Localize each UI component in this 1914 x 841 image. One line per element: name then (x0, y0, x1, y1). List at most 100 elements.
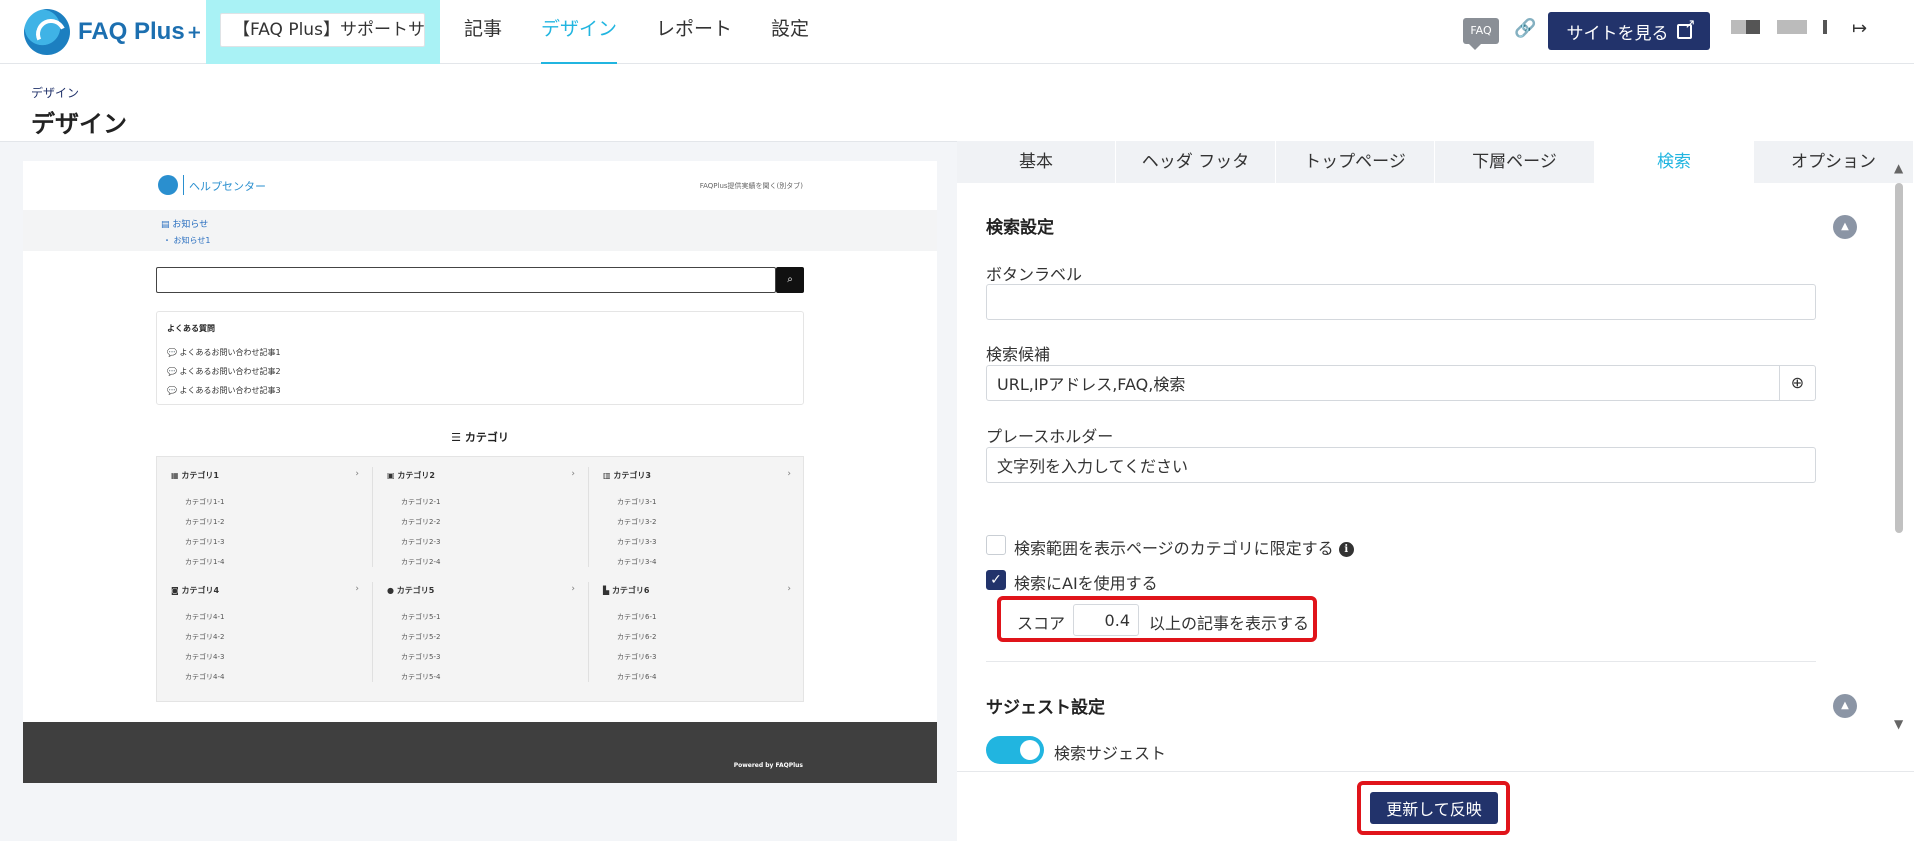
site-selector[interactable]: 【FAQ Plus】サポートサ (220, 13, 425, 47)
category-icon: ▣ (387, 471, 398, 480)
settings-footer: 更新して反映 (957, 771, 1914, 841)
nav-reports[interactable]: レポート (656, 0, 732, 64)
tab-top-page[interactable]: トップページ (1276, 141, 1435, 183)
chat-icon: 💬 (167, 386, 180, 395)
tab-header-footer[interactable]: ヘッダ フッタ (1116, 141, 1276, 183)
use-ai-checkbox[interactable]: ✓ (986, 570, 1006, 590)
preview-search-icon: ⌕ (776, 267, 804, 293)
button-label-input[interactable] (986, 284, 1816, 320)
preview-subcategory: カテゴリ4-3 (185, 653, 225, 661)
scroll-up-icon[interactable]: ▲ (1894, 161, 1903, 175)
limit-scope-label[interactable]: 検索範囲を表示ページのカテゴリに限定する i (1014, 535, 1354, 559)
score-highlight-box: スコア 以上の記事を表示する (997, 596, 1317, 642)
preview-subcategory: カテゴリ5-1 (401, 613, 441, 621)
preview-category: ◙ カテゴリ4 › カテゴリ4-1 カテゴリ4-2 カテゴリ4-3 カテゴリ4-… (157, 572, 373, 687)
preview-faq-title: よくある質問 (167, 324, 215, 333)
search-suggestions-label: 検索候補 (986, 345, 1051, 364)
preview-brand: ヘルプセンター (189, 180, 266, 193)
app-name: FAQ Plus (78, 18, 185, 45)
chevron-up-icon[interactable]: ▲ (1833, 694, 1857, 718)
preview-category: ▙ カテゴリ6 › カテゴリ6-1 カテゴリ6-2 カテゴリ6-3 カテゴリ6-… (589, 572, 805, 687)
preview-subcategory: カテゴリ4-1 (185, 613, 225, 621)
preview-top-link: FAQPlus提供実績を聞く(別タブ) (699, 182, 803, 190)
preview-header: ヘルプセンター FAQPlus提供実績を聞く(別タブ) (23, 161, 937, 210)
score-input[interactable] (1073, 604, 1139, 636)
top-navbar: FAQ Plus + 【FAQ Plus】サポートサ 記事 デザイン レポート 設… (0, 0, 1914, 64)
placeholder-label: プレースホルダー (986, 427, 1114, 446)
breadcrumb[interactable]: デザイン (31, 84, 79, 101)
tab-options[interactable]: オプション (1754, 141, 1914, 183)
info-icon[interactable]: i (1338, 542, 1354, 557)
tab-basic[interactable]: 基本 (957, 141, 1116, 183)
preview-faq-item: 💬 よくあるお問い合わせ記事1 (167, 347, 281, 358)
category-icon: ◙ (171, 586, 182, 595)
preview-category-name: ◙ カテゴリ4 (171, 585, 219, 596)
score-prefix-label: スコア (1017, 614, 1066, 633)
settings-tabs: 基本 ヘッダ フッタ トップページ 下層ページ 検索 オプション (957, 141, 1914, 183)
settings-scrollbar[interactable]: ▲ ▼ (1892, 161, 1906, 741)
tab-search[interactable]: 検索 (1595, 141, 1754, 183)
settings-panel: 基本 ヘッダ フッタ トップページ 下層ページ 検索 オプション 検索設定 ▲ … (957, 141, 1914, 841)
preview-subcategory: カテゴリ3-4 (617, 558, 657, 566)
download-circle-icon[interactable]: ⊕ (1779, 365, 1815, 401)
app-name-plus: + (186, 21, 202, 43)
preview-category-name-text: カテゴリ6 (611, 586, 650, 595)
chevron-right-icon: › (571, 469, 575, 479)
link-icon[interactable]: 🔗 (1514, 18, 1536, 40)
preview-subcategory: カテゴリ1-4 (185, 558, 225, 566)
limit-scope-checkbox[interactable] (986, 535, 1006, 555)
view-site-label: サイトを見る (1566, 23, 1669, 44)
chevron-right-icon: › (355, 584, 359, 594)
preview-news-title: ▤ お知らせ (161, 217, 208, 230)
scrollbar-thumb[interactable] (1895, 183, 1903, 533)
preview-faq-item-text: よくあるお問い合わせ記事2 (179, 367, 281, 376)
category-icon: ▥ (603, 471, 614, 480)
list-icon: ☰ (451, 431, 465, 444)
category-icon: ▙ (603, 586, 612, 595)
external-link-icon (1676, 17, 1695, 39)
search-suggestions-input[interactable] (986, 365, 1816, 401)
news-icon: ▤ (161, 220, 173, 230)
search-suggest-toggle[interactable] (986, 736, 1044, 764)
tab-sub-page[interactable]: 下層ページ (1435, 141, 1595, 183)
preview-subcategory: カテゴリ1-3 (185, 538, 225, 546)
preview-subcategory: カテゴリ6-3 (617, 653, 657, 661)
limit-scope-label-text: 検索範囲を表示ページのカテゴリに限定する (1014, 539, 1334, 558)
preview-subcategory: カテゴリ3-2 (617, 518, 657, 526)
use-ai-label[interactable]: 検索にAIを使用する (1014, 570, 1158, 594)
preview-subcategory: カテゴリ6-2 (617, 633, 657, 641)
nav-articles[interactable]: 記事 (464, 0, 502, 64)
search-suggest-label: 検索サジェスト (1054, 744, 1167, 763)
view-site-button[interactable]: サイトを見る (1548, 12, 1710, 50)
app-logo[interactable]: FAQ Plus + (24, 6, 202, 58)
preview-category: ● カテゴリ5 › カテゴリ5-1 カテゴリ5-2 カテゴリ5-3 カテゴリ5-… (373, 572, 589, 687)
update-and-apply-button[interactable]: 更新して反映 (1370, 792, 1498, 824)
preview-category: ▣ カテゴリ2 › カテゴリ2-1 カテゴリ2-2 カテゴリ2-3 カテゴリ2-… (373, 457, 589, 572)
chevron-right-icon: › (355, 469, 359, 479)
preview-subcategory: カテゴリ4-4 (185, 673, 225, 681)
preview-category-name-text: カテゴリ4 (181, 586, 220, 595)
scroll-down-icon[interactable]: ▼ (1894, 717, 1903, 731)
preview-subcategory: カテゴリ1-2 (185, 518, 225, 526)
preview-category-name: ● カテゴリ5 (387, 585, 434, 596)
preview-category-name: ▦ カテゴリ1 (171, 470, 219, 481)
chevron-up-icon[interactable]: ▲ (1833, 215, 1857, 239)
preview-subcategory: カテゴリ5-3 (401, 653, 441, 661)
nav-settings[interactable]: 設定 (771, 0, 809, 64)
preview-subcategory: カテゴリ2-3 (401, 538, 441, 546)
chevron-right-icon: › (787, 584, 791, 594)
update-highlight-box: 更新して反映 (1357, 781, 1510, 835)
preview-subcategory: カテゴリ1-1 (185, 498, 225, 506)
preview-subcategory: カテゴリ6-1 (617, 613, 657, 621)
preview-faq-item: 💬 よくあるお問い合わせ記事3 (167, 385, 281, 396)
nav-design[interactable]: デザイン (541, 0, 618, 64)
faq-badge-icon[interactable]: FAQ (1463, 18, 1499, 50)
logout-icon[interactable]: ↦ (1852, 18, 1874, 40)
settings-scroll-area[interactable]: 検索設定 ▲ ボタンラベル 検索候補 ⊕ プレースホルダー 検索範囲を表示ページ… (957, 183, 1914, 771)
placeholder-input[interactable] (986, 447, 1816, 483)
preview-faq-item-text: よくあるお問い合わせ記事3 (179, 386, 281, 395)
preview-category-name-text: カテゴリ3 (613, 471, 651, 480)
preview-subcategory: カテゴリ2-1 (401, 498, 441, 506)
preview-category-heading-text: カテゴリ (464, 431, 509, 444)
user-info-redacted (1823, 20, 1827, 34)
